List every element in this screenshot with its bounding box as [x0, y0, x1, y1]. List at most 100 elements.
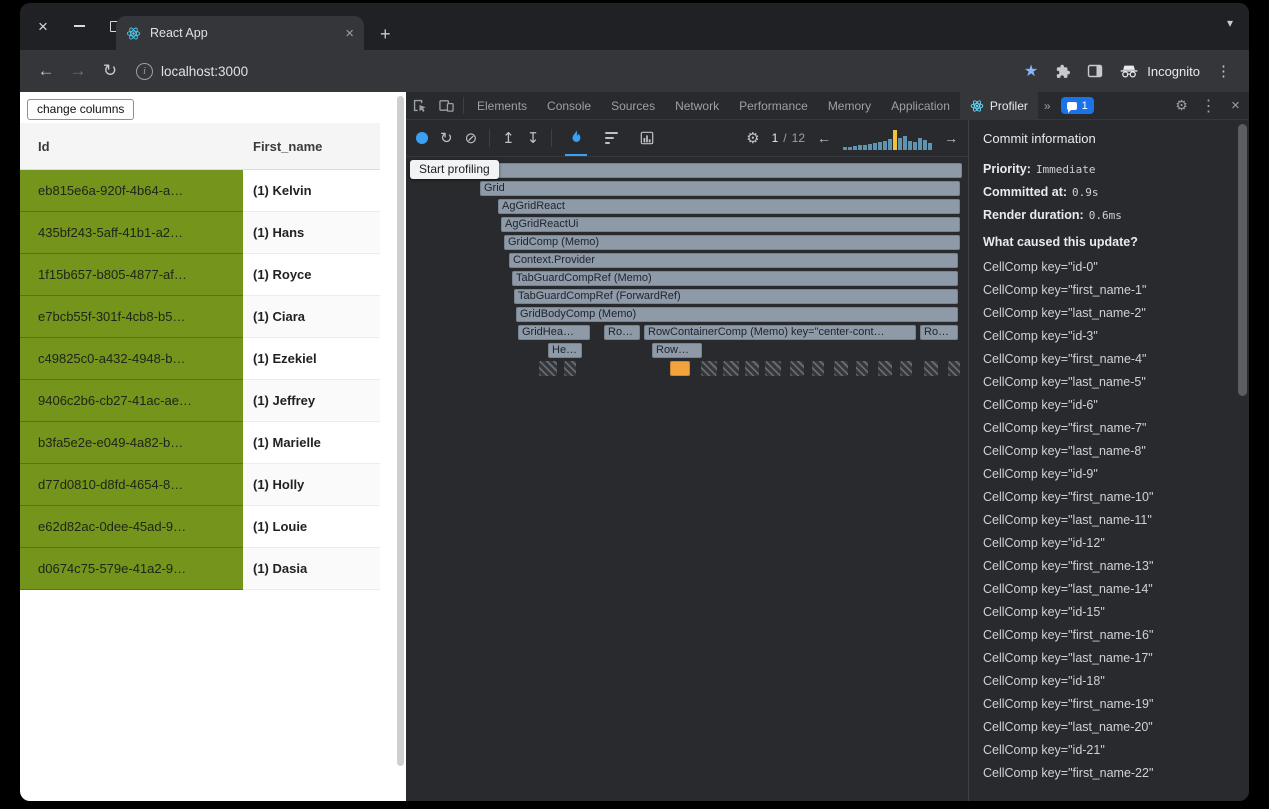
tab-search-chevron-icon[interactable]: ▾	[1227, 16, 1233, 30]
commit-bar[interactable]	[853, 146, 857, 150]
commit-bar[interactable]	[878, 142, 882, 150]
extensions-puzzle-icon[interactable]	[1054, 63, 1071, 80]
update-cause-item[interactable]: CellComp key="first_name-22"	[983, 762, 1235, 785]
tab-memory[interactable]: Memory	[818, 92, 881, 119]
browser-tab[interactable]: React App ×	[116, 16, 364, 50]
page-scrollbar-thumb[interactable]	[397, 96, 404, 766]
back-button[interactable]: ←	[32, 57, 60, 85]
table-row[interactable]: b3fa5e2e-e049-4a82-b… (1) Marielle	[20, 421, 380, 464]
id-cell[interactable]: e7bcb55f-301f-4cb8-b5…	[20, 295, 243, 338]
update-cause-item[interactable]: CellComp key="last_name-20"	[983, 716, 1235, 739]
change-columns-button[interactable]: change columns	[27, 99, 135, 120]
flame-bar[interactable]	[420, 163, 962, 178]
new-tab-button[interactable]: +	[380, 25, 391, 43]
tab-elements[interactable]: Elements	[467, 92, 537, 119]
flame-bar[interactable]: AgGridReactUi	[501, 217, 960, 232]
more-tabs-button[interactable]: »	[1038, 92, 1057, 119]
commit-bar[interactable]	[858, 145, 862, 150]
update-cause-item[interactable]: CellComp key="first_name-4"	[983, 348, 1235, 371]
update-cause-item[interactable]: CellComp key="last_name-2"	[983, 302, 1235, 325]
first-name-cell[interactable]: (1) Marielle	[243, 421, 380, 464]
id-cell[interactable]: c49825c0-a432-4948-b…	[20, 337, 243, 380]
first-name-cell[interactable]: (1) Dasia	[243, 547, 380, 590]
flame-bar[interactable]	[745, 361, 759, 376]
tab-performance[interactable]: Performance	[729, 92, 818, 119]
tab-console[interactable]: Console	[537, 92, 601, 119]
flame-bar[interactable]: Row…	[652, 343, 702, 358]
table-row[interactable]: eb815e6a-920f-4b64-a… (1) Kelvin	[20, 169, 380, 212]
first-name-cell[interactable]: (1) Louie	[243, 505, 380, 548]
update-cause-item[interactable]: CellComp key="last_name-17"	[983, 647, 1235, 670]
table-row[interactable]: e62d82ac-0dee-45ad-9… (1) Louie	[20, 505, 380, 548]
page-scrollbar[interactable]	[397, 94, 405, 799]
flame-bar[interactable]: GridHea…	[518, 325, 590, 340]
devtools-close-button[interactable]: ×	[1222, 92, 1249, 119]
commit-bar[interactable]	[893, 130, 897, 150]
update-cause-item[interactable]: CellComp key="first_name-10"	[983, 486, 1235, 509]
update-cause-item[interactable]: CellComp key="first_name-13"	[983, 555, 1235, 578]
id-cell[interactable]: d0674c75-579e-41a2-9…	[20, 547, 243, 590]
commit-bar[interactable]	[923, 140, 927, 150]
flame-bar[interactable]: TabGuardCompRef (ForwardRef)	[514, 289, 958, 304]
inspect-element-button[interactable]	[406, 92, 433, 119]
update-cause-item[interactable]: CellComp key="last_name-11"	[983, 509, 1235, 532]
bookmark-star-icon[interactable]: ★	[1024, 61, 1038, 81]
forward-button[interactable]: →	[64, 57, 92, 85]
commit-bar[interactable]	[848, 147, 852, 150]
flame-bar[interactable]	[765, 361, 781, 376]
update-cause-item[interactable]: CellComp key="id-3"	[983, 325, 1235, 348]
id-cell[interactable]: eb815e6a-920f-4b64-a…	[20, 169, 243, 212]
table-row[interactable]: 1f15b657-b805-4877-af… (1) Royce	[20, 253, 380, 296]
tab-application[interactable]: Application	[881, 92, 960, 119]
commit-bar[interactable]	[903, 136, 907, 150]
previous-commit-button[interactable]: ←	[817, 130, 831, 146]
address-bar[interactable]: localhost:3000	[161, 64, 248, 79]
flame-bar[interactable]	[924, 361, 938, 376]
flame-bar[interactable]: TabGuardCompRef (Memo)	[512, 271, 958, 286]
site-info-icon[interactable]: i	[136, 62, 153, 80]
commit-bar[interactable]	[918, 138, 922, 150]
commit-bar[interactable]	[908, 141, 912, 150]
table-row[interactable]: c49825c0-a432-4948-b… (1) Ezekiel	[20, 337, 380, 380]
commit-bar[interactable]	[888, 139, 892, 150]
devtools-settings-button[interactable]: ⚙	[1168, 92, 1195, 119]
devtools-scrollbar-thumb[interactable]	[1238, 124, 1247, 396]
commit-bar[interactable]	[868, 144, 872, 150]
import-profile-button[interactable]: ↥	[502, 131, 515, 146]
commit-bar[interactable]	[898, 138, 902, 150]
flame-bar[interactable]: Grid	[480, 181, 960, 196]
table-row[interactable]: e7bcb55f-301f-4cb8-b5… (1) Ciara	[20, 295, 380, 338]
flame-bar[interactable]	[948, 361, 960, 376]
update-cause-item[interactable]: CellComp key="last_name-14"	[983, 578, 1235, 601]
commit-bar[interactable]	[913, 142, 917, 150]
flamegraph-view-tab[interactable]	[564, 120, 588, 156]
update-cause-item[interactable]: CellComp key="first_name-7"	[983, 417, 1235, 440]
window-minimize-button[interactable]	[70, 17, 88, 35]
flame-bar[interactable]: Ro…	[604, 325, 640, 340]
side-panel-icon[interactable]	[1087, 63, 1103, 79]
flame-bar[interactable]	[856, 361, 868, 376]
commit-selector[interactable]	[843, 126, 932, 150]
first-name-cell[interactable]: (1) Ezekiel	[243, 337, 380, 380]
id-cell[interactable]: b3fa5e2e-e049-4a82-b…	[20, 421, 243, 464]
update-cause-item[interactable]: CellComp key="id-21"	[983, 739, 1235, 762]
commit-bar[interactable]	[928, 143, 932, 150]
update-cause-item[interactable]: CellComp key="first_name-19"	[983, 693, 1235, 716]
tab-sources[interactable]: Sources	[601, 92, 665, 119]
table-row[interactable]: d0674c75-579e-41a2-9… (1) Dasia	[20, 547, 380, 590]
update-cause-item[interactable]: CellComp key="id-9"	[983, 463, 1235, 486]
table-row[interactable]: 435bf243-5aff-41b1-a2… (1) Hans	[20, 211, 380, 254]
commit-bar[interactable]	[863, 145, 867, 150]
update-cause-item[interactable]: CellComp key="id-15"	[983, 601, 1235, 624]
flame-bar[interactable]	[900, 361, 912, 376]
ranked-view-tab[interactable]	[600, 120, 623, 156]
timeline-view-tab[interactable]	[635, 120, 659, 156]
column-header-id[interactable]: Id	[20, 123, 243, 170]
id-cell[interactable]: e62d82ac-0dee-45ad-9…	[20, 505, 243, 548]
flame-bar[interactable]	[834, 361, 848, 376]
flame-bar[interactable]: He…	[548, 343, 582, 358]
tab-network[interactable]: Network	[665, 92, 729, 119]
id-cell[interactable]: 9406c2b6-cb27-41ac-ae…	[20, 379, 243, 422]
commit-bar[interactable]	[883, 141, 887, 150]
flame-bar[interactable]: Ro…	[920, 325, 958, 340]
